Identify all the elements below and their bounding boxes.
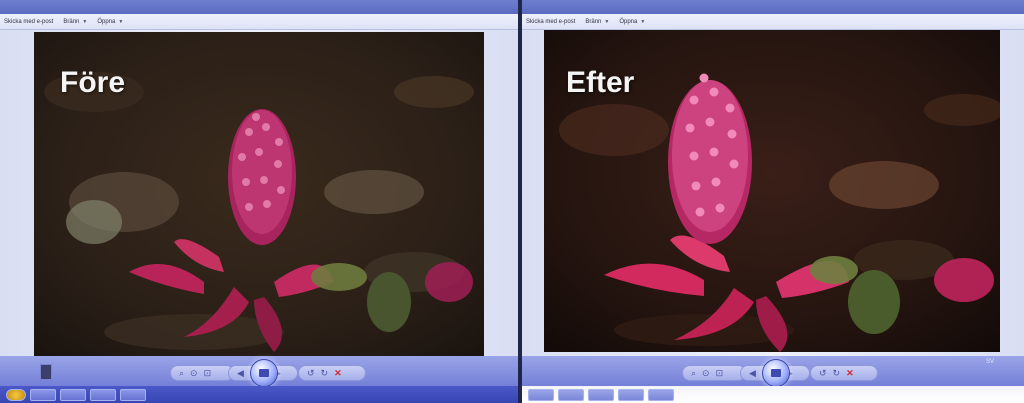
viewer-toolbar: Skicka med e-post Bränn ▼ Öppna ▼ <box>522 14 1024 30</box>
edit-controls: ↺ ↻ ✕ <box>298 365 366 381</box>
chevron-down-icon: ▼ <box>604 18 610 25</box>
chevron-down-icon: ▼ <box>118 18 124 25</box>
rotate-left-icon[interactable]: ↺ <box>307 368 315 378</box>
after-label: Efter <box>566 66 635 99</box>
actual-size-icon[interactable]: ⊙ <box>190 368 198 378</box>
delete-icon[interactable]: ✕ <box>334 368 342 378</box>
before-window: Skicka med e-post Bränn ▼ Öppna ▼ Före ⌕… <box>0 0 520 403</box>
language-indicator[interactable]: SV <box>986 359 994 365</box>
window-titlebar <box>0 0 520 14</box>
taskbar-button[interactable] <box>90 388 116 401</box>
taskbar-button[interactable] <box>558 388 584 401</box>
zoom-icon[interactable]: ⌕ <box>691 368 696 378</box>
image-viewer-area: Före <box>0 30 520 358</box>
email-label: Skicka med e-post <box>4 18 54 25</box>
taskbar <box>0 386 520 403</box>
burn-label: Bränn <box>585 18 602 25</box>
taskbar-button[interactable] <box>30 388 56 401</box>
image-viewer-area: Efter <box>522 30 1024 356</box>
after-window: Skicka med e-post Bränn ▼ Öppna ▼ Efter … <box>522 0 1024 403</box>
open-label: Öppna <box>619 18 638 25</box>
rotate-left-icon[interactable]: ↺ <box>819 368 827 378</box>
taskbar <box>522 386 1024 403</box>
chevron-down-icon: ▼ <box>640 18 646 25</box>
open-label: Öppna <box>97 18 116 25</box>
taskbar-button[interactable] <box>60 388 86 401</box>
zoom-controls: ⌕ ⊙ ⊡ <box>682 365 746 381</box>
email-menu[interactable]: Skicka med e-post <box>526 19 575 25</box>
thumbnail-icon <box>40 364 52 380</box>
rotate-right-icon[interactable]: ↻ <box>321 368 329 378</box>
fit-icon[interactable]: ⊡ <box>204 368 212 378</box>
email-label: Skicka med e-post <box>526 18 576 25</box>
open-menu[interactable]: Öppna ▼ <box>97 19 123 25</box>
fit-icon[interactable]: ⊡ <box>716 368 724 378</box>
burn-label: Bränn <box>63 18 80 25</box>
chevron-down-icon: ▼ <box>82 18 88 25</box>
zoom-controls: ⌕ ⊙ ⊡ <box>170 365 234 381</box>
taskbar-button[interactable] <box>648 388 674 401</box>
previous-icon[interactable]: ◀ <box>237 368 244 378</box>
actual-size-icon[interactable]: ⊙ <box>702 368 710 378</box>
taskbar-button[interactable] <box>618 388 644 401</box>
window-titlebar <box>522 0 1024 14</box>
email-menu[interactable]: Skicka med e-post <box>4 19 53 25</box>
taskbar-button[interactable] <box>120 388 146 401</box>
open-menu[interactable]: Öppna ▼ <box>619 19 645 25</box>
slideshow-button[interactable] <box>250 359 278 387</box>
zoom-icon[interactable]: ⌕ <box>179 368 184 378</box>
system-tray: SV <box>986 359 994 365</box>
viewer-control-bar: ⌕ ⊙ ⊡ ◀ ▶ ↺ ↻ ✕ SV <box>522 356 1024 387</box>
rotate-right-icon[interactable]: ↻ <box>833 368 841 378</box>
previous-icon[interactable]: ◀ <box>749 368 756 378</box>
before-label: Före <box>60 66 126 99</box>
taskbar-button[interactable] <box>528 388 554 401</box>
start-button[interactable] <box>6 388 26 401</box>
viewer-control-bar: ⌕ ⊙ ⊡ ◀ ▶ ↺ ↻ ✕ <box>0 356 520 387</box>
slideshow-button[interactable] <box>762 359 790 387</box>
viewer-toolbar: Skicka med e-post Bränn ▼ Öppna ▼ <box>0 14 520 30</box>
burn-menu[interactable]: Bränn ▼ <box>585 19 609 25</box>
delete-icon[interactable]: ✕ <box>846 368 854 378</box>
edit-controls: ↺ ↻ ✕ <box>810 365 878 381</box>
burn-menu[interactable]: Bränn ▼ <box>63 19 87 25</box>
taskbar-button[interactable] <box>588 388 614 401</box>
